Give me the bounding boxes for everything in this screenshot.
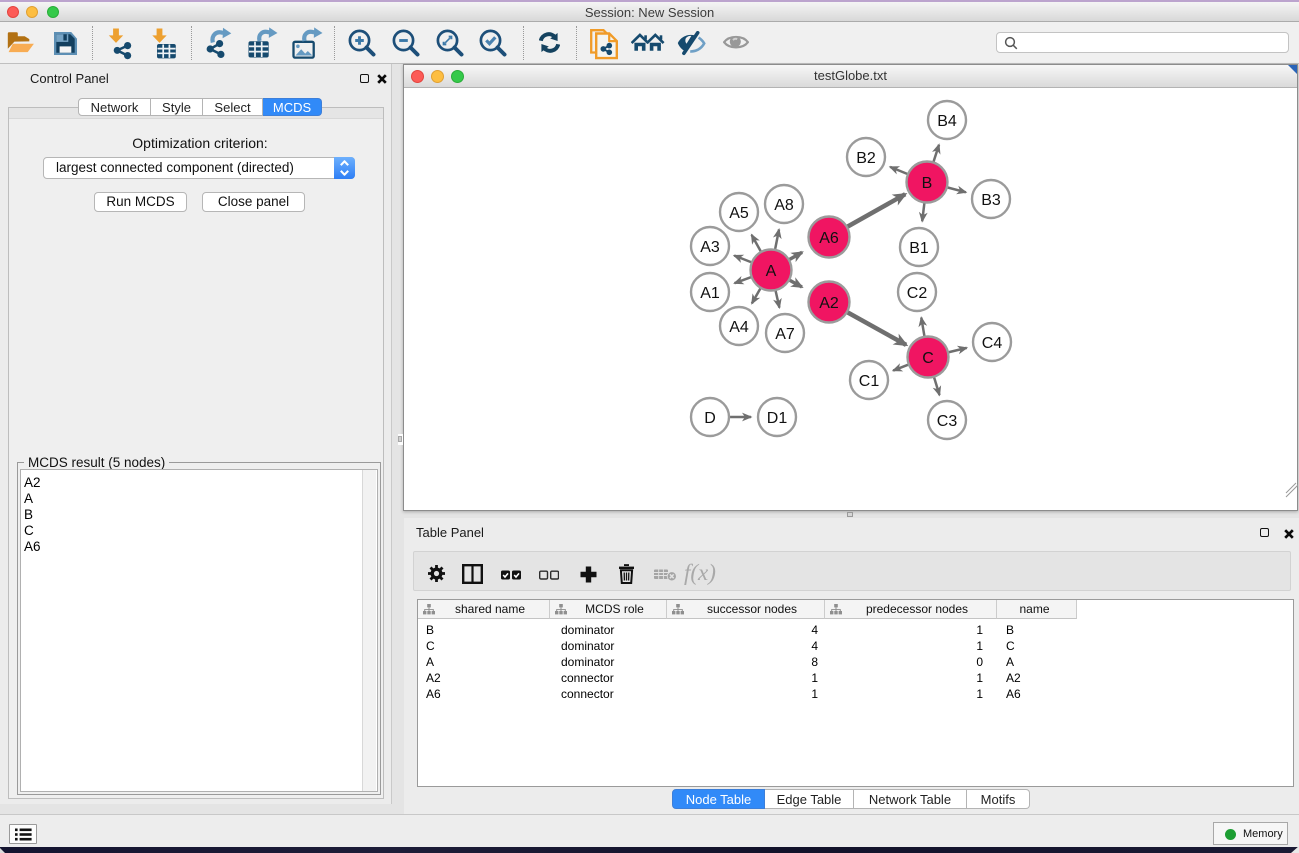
svg-text:C4: C4 [982,335,1003,352]
svg-text:C3: C3 [937,413,958,430]
svg-text:B1: B1 [909,240,929,257]
svg-text:D: D [704,410,716,427]
svg-text:B3: B3 [981,192,1001,209]
svg-text:A1: A1 [700,285,720,302]
svg-text:A: A [766,263,777,280]
svg-text:A2: A2 [819,295,839,312]
svg-text:C: C [922,350,934,367]
svg-text:D1: D1 [767,410,788,427]
svg-text:A7: A7 [775,326,795,343]
svg-text:C2: C2 [907,285,928,302]
svg-text:B4: B4 [937,113,957,130]
svg-text:A5: A5 [729,205,749,222]
svg-text:B2: B2 [856,150,876,167]
svg-text:A4: A4 [729,319,749,336]
svg-text:A3: A3 [700,239,720,256]
svg-text:A8: A8 [774,197,794,214]
svg-text:A6: A6 [819,230,839,247]
svg-text:B: B [922,175,933,192]
svg-text:C1: C1 [859,373,880,390]
